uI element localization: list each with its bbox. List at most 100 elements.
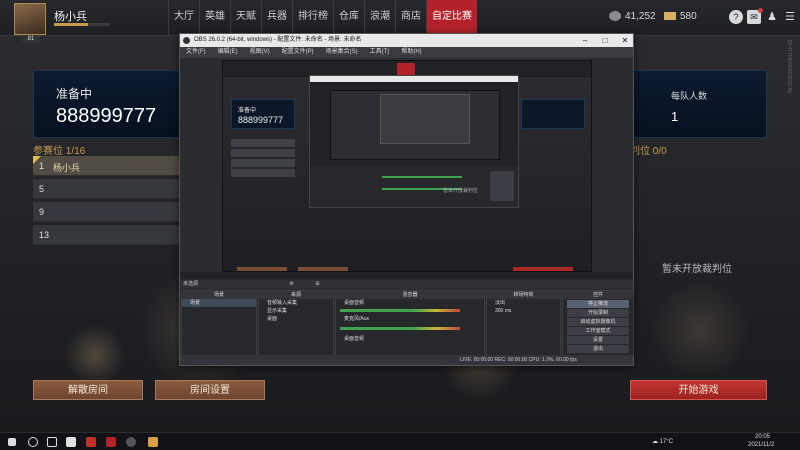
mail-badge-icon — [758, 8, 763, 13]
menu-edit[interactable]: 编辑(E) — [212, 47, 244, 58]
obs-title: OBS 26.0.2 (64-bit, windows) - 配置文件: 未命名… — [194, 37, 362, 43]
close-icon[interactable]: ✕ — [615, 34, 635, 47]
transition-type[interactable]: 淡出 — [487, 299, 560, 307]
virtual-camera-button[interactable]: 启动虚拟摄像机 — [567, 318, 629, 326]
slot-player-name: 杨小兵 — [53, 163, 81, 173]
obs-logo-icon — [183, 37, 190, 44]
obs-menu-bar: 文件(F) 编辑(E) 视图(V) 配置文件(P) 场景集合(S) 工具(T) … — [180, 47, 633, 58]
studio-mode-button[interactable]: 工作室模式 — [567, 327, 629, 335]
referee-label: 判位 0/0 — [630, 146, 667, 157]
sources-dock-title: 来源 — [259, 291, 333, 299]
slot-number: 13 — [39, 230, 50, 240]
transitions-dock-title: 转场特效 — [487, 291, 560, 299]
menu-scene-collection[interactable]: 场景集合(S) — [320, 47, 364, 58]
menu-view[interactable]: 视图(V) — [244, 47, 276, 58]
xp-bar — [54, 23, 110, 26]
scenes-dock-title: 场景 — [182, 291, 256, 299]
nav-shop[interactable]: 商店 — [395, 0, 426, 36]
nav-ranking[interactable]: 排行榜 — [292, 0, 333, 36]
obs-status-bar: LIVE: 00:00:00 REC: 00:00:00 CPU: 1.9%, … — [180, 355, 633, 365]
folder-icon[interactable] — [148, 437, 158, 447]
obs-title-bar: OBS 26.0.2 (64-bit, windows) - 配置文件: 未命名… — [180, 34, 633, 47]
properties-gear-icon[interactable]: ⚙ — [289, 281, 293, 287]
maximize-icon[interactable]: □ — [595, 34, 615, 47]
windows-start-icon[interactable] — [8, 438, 16, 446]
settings-button[interactable]: 设置 — [567, 336, 629, 344]
exit-button[interactable]: 退出 — [567, 345, 629, 353]
avatar[interactable] — [14, 3, 46, 35]
slot-row[interactable]: 1 杨小兵 — [33, 156, 181, 176]
mixer-meter — [340, 309, 460, 312]
preview-referee-empty: 暂未开放裁判位 — [443, 188, 479, 194]
start-game-button[interactable]: 开始游戏 — [630, 380, 767, 400]
nav-heroes[interactable]: 英雄 — [199, 0, 230, 36]
preview-slot-row — [231, 159, 295, 167]
source-desktop[interactable]: 桌面 — [259, 315, 333, 323]
game-launcher-icon[interactable] — [86, 437, 96, 447]
mixer-channel: 桌面音频 — [344, 336, 365, 342]
nav-lobby[interactable]: 大厅 — [168, 0, 199, 36]
obs-source-bar: 未选源 ⚙ ⊞ — [180, 280, 633, 289]
referee-empty-text: 暂未开放裁判位 — [662, 264, 732, 275]
help-icon[interactable]: ? — [729, 10, 743, 24]
slot-row[interactable]: 13 — [33, 225, 181, 245]
menu-icon[interactable]: ☰ — [783, 10, 797, 24]
preview-status-box: 准备中 888999777 — [231, 99, 295, 129]
obs-preview[interactable]: 准备中 888999777 暂未开放裁判位 — [222, 60, 592, 272]
room-settings-button[interactable]: 房间设置 — [155, 380, 265, 400]
preview-status: 准备中 — [238, 108, 257, 114]
nav-warehouse[interactable]: 仓库 — [333, 0, 364, 36]
source-audio-input[interactable]: 音频输入采集 — [259, 299, 333, 307]
cloud-icon: ☁ — [652, 439, 660, 445]
mixer-dock-title: 混音器 — [336, 291, 484, 299]
menu-file[interactable]: 文件(F) — [180, 47, 212, 58]
clock-date: 2021/11/2 — [748, 442, 775, 448]
menu-tools[interactable]: 工具(T) — [364, 47, 396, 58]
obs-window: OBS 26.0.2 (64-bit, windows) - 配置文件: 未命名… — [179, 33, 634, 366]
friends-icon[interactable]: ♟ — [765, 10, 779, 24]
top-bar: 81 杨小兵 大厅 英雄 天赋 兵器 排行榜 仓库 浪潮 商店 自定比赛 41,… — [0, 0, 800, 43]
store-icon[interactable] — [66, 437, 76, 447]
minimize-icon[interactable]: – — [575, 34, 595, 47]
filters-icon[interactable]: ⊞ — [315, 281, 319, 287]
controls-dock-title: 控件 — [563, 291, 633, 299]
stop-streaming-button[interactable]: 停止推流 — [567, 300, 629, 308]
slots-label: 参赛位 1/16 — [33, 146, 86, 157]
obs-app-icon[interactable] — [126, 437, 136, 447]
slot-row[interactable]: 9 — [33, 202, 181, 222]
nav-custom-match[interactable]: 自定比赛 — [426, 0, 477, 36]
slot-row[interactable]: 5 — [33, 179, 181, 199]
nav-talents[interactable]: 天赋 — [230, 0, 261, 36]
preview-team-box — [521, 99, 585, 129]
task-view-icon[interactable] — [47, 437, 57, 447]
gold-amount: 580 — [680, 11, 697, 22]
scene-item[interactable]: 场景 — [182, 299, 256, 307]
room-status: 准备中 — [56, 87, 93, 101]
slot-number: 5 — [39, 184, 45, 194]
mixer-dock: 混音器 桌面音频 麦克风/Aux 桌面音频 — [335, 290, 485, 356]
transition-duration[interactable]: 300 ms — [487, 307, 560, 315]
silver-amount: 41,252 — [625, 11, 656, 22]
nav-weapons[interactable]: 兵器 — [261, 0, 292, 36]
username: 杨小兵 — [54, 11, 87, 23]
nav-wave[interactable]: 浪潮 — [364, 0, 395, 36]
gold-currency: 580 — [664, 0, 697, 36]
silver-currency: 41,252 — [609, 0, 656, 36]
no-source-label: 未选源 — [183, 281, 199, 287]
mixer-channel: 桌面音频 — [344, 300, 365, 306]
start-recording-button[interactable]: 开始录制 — [567, 309, 629, 317]
side-id: ID:4770909016353(CN) — [786, 40, 792, 94]
source-display-capture[interactable]: 显示采集 — [259, 307, 333, 315]
gold-bar-icon — [664, 12, 676, 21]
slot-number: 9 — [39, 207, 45, 217]
game-app-icon[interactable] — [106, 437, 116, 447]
dissolve-room-button[interactable]: 解散房间 — [33, 380, 143, 400]
room-status-box: 准备中 888999777 — [33, 70, 183, 138]
controls-dock: 控件 停止推流 开始录制 启动虚拟摄像机 工作室模式 设置 退出 — [562, 290, 634, 356]
menu-help[interactable]: 帮助(H) — [395, 47, 427, 58]
preview-taskbar — [180, 272, 633, 279]
search-icon[interactable] — [28, 437, 38, 447]
menu-profile[interactable]: 配置文件(P) — [276, 47, 320, 58]
preview-nested-obs — [309, 75, 519, 208]
weather: ☁ 17°C — [652, 438, 673, 445]
